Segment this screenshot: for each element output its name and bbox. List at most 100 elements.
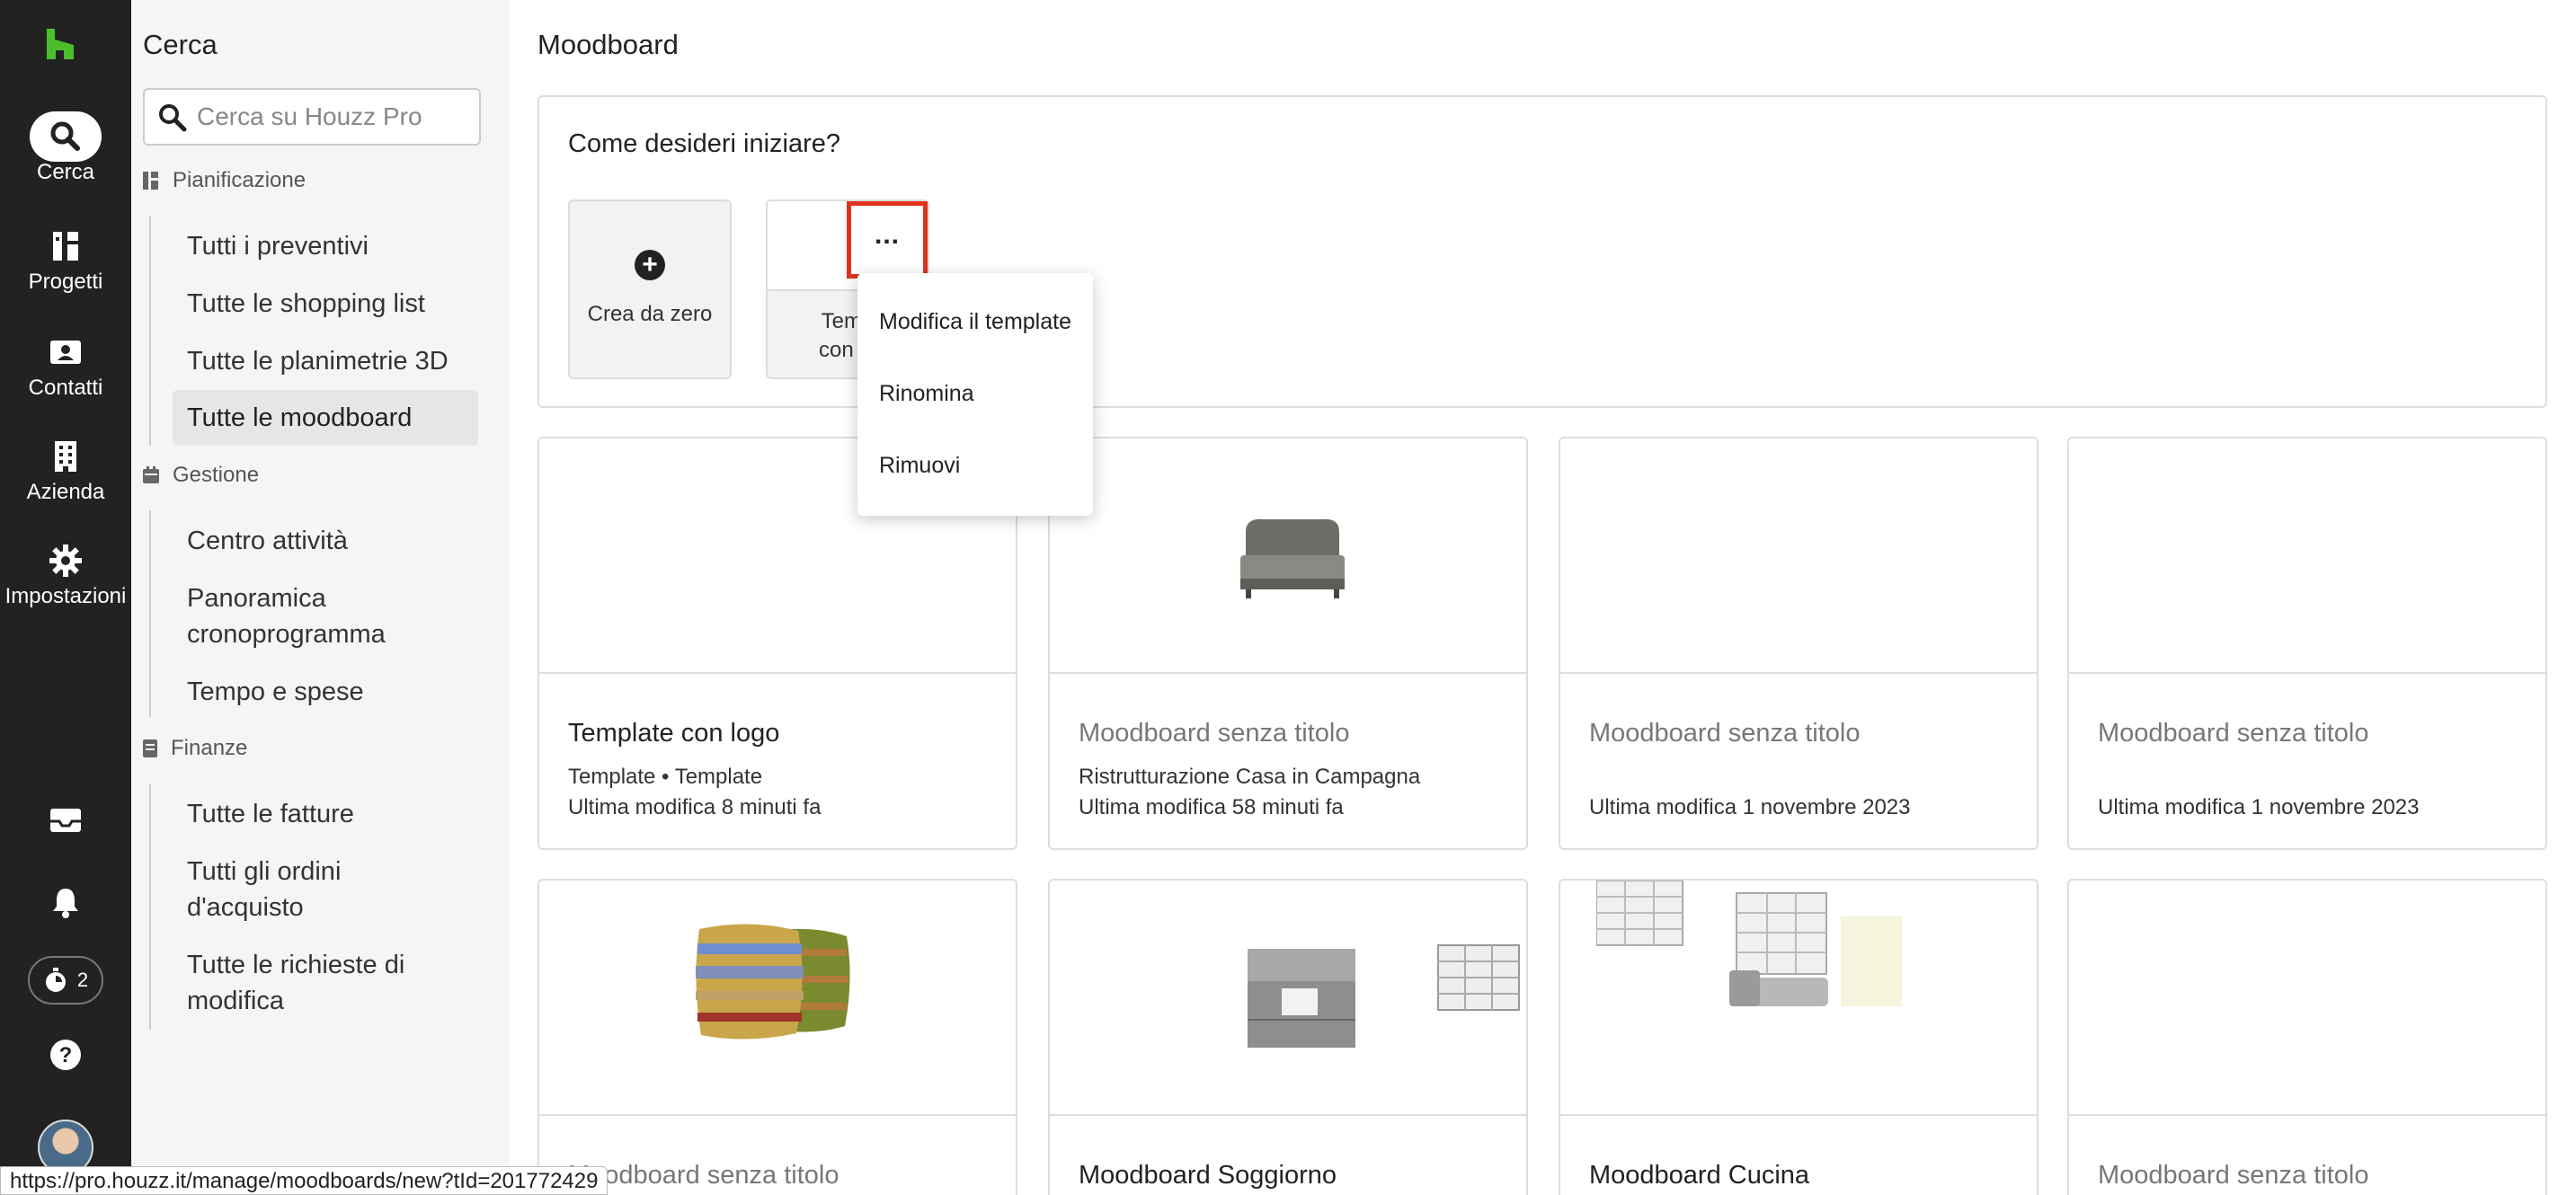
section-label: Pianificazione: [173, 168, 306, 192]
section-label: Finanze: [171, 736, 248, 760]
blueprint-icon: [143, 172, 158, 190]
timer-count: 2: [76, 969, 89, 991]
section-divider: [149, 510, 151, 717]
link-tutti-i-preventivi[interactable]: Tutti i preventivi: [173, 228, 478, 264]
bed-image: [1240, 518, 1345, 598]
card-image: [1050, 438, 1526, 674]
sidebar-title: Cerca: [143, 29, 218, 60]
help-button[interactable]: ?: [0, 1039, 131, 1071]
menu-item-modifica-template[interactable]: Modifica il template: [879, 309, 1071, 335]
moodboard-card[interactable]: Moodboard senza titolo Ultima modifica 1…: [2067, 437, 2547, 850]
section-gestione: Gestione: [142, 462, 259, 489]
living-room-image: [1596, 881, 1902, 1006]
card-title: Moodboard senza titolo: [1079, 719, 1350, 748]
building-icon: [46, 437, 85, 476]
section-divider: [149, 783, 151, 1030]
link-tutte-le-shopping-list[interactable]: Tutte le shopping list: [173, 286, 478, 322]
rail-item-impostazioni[interactable]: Impostazioni: [0, 537, 131, 627]
rail-label-azienda: Azienda: [26, 480, 105, 504]
svg-text:?: ?: [59, 1043, 73, 1067]
card-title: Moodboard senza titolo: [1589, 719, 1861, 748]
rail-item-azienda[interactable]: Azienda: [0, 433, 131, 523]
invoice-icon: [143, 739, 157, 757]
moodboard-card[interactable]: Moodboard senza titolo Ultima modifica 1…: [1559, 437, 2039, 850]
help-icon: ?: [50, 1040, 81, 1070]
inbox-button[interactable]: [0, 807, 131, 834]
moodboard-card[interactable]: Moodboard senza titolo Ristrutturazione …: [1048, 437, 1528, 850]
moodboard-card[interactable]: Moodboard Soggiorno: [1048, 879, 1528, 1195]
card-project: [2098, 762, 2420, 792]
card-image: [539, 881, 1016, 1116]
menu-item-rinomina[interactable]: Rinomina: [879, 381, 974, 407]
card-meta: Template • Template Ultima modifica 8 mi…: [568, 762, 821, 823]
card-title: Moodboard senza titolo: [568, 1161, 839, 1190]
link-tutte-le-moodboard[interactable]: Tutte le moodboard: [173, 390, 478, 446]
card-meta: Ultima modifica 1 novembre 2023: [1589, 762, 1911, 823]
rail-item-progetti[interactable]: Progetti: [0, 223, 131, 313]
card-project: [1589, 762, 1911, 792]
search-box: [143, 88, 481, 146]
kitchen-image: [1248, 944, 1520, 1048]
link-tempo-e-spese[interactable]: Tempo e spese: [173, 674, 478, 710]
rail-label-impostazioni: Impostazioni: [4, 584, 127, 608]
menu-item-rimuovi[interactable]: Rimuovi: [879, 453, 960, 479]
link-panoramica-cronoprogramma[interactable]: Panoramica cronoprogramma: [173, 580, 442, 652]
card-image: [1560, 438, 2037, 674]
card-title: Template con logo: [568, 719, 780, 748]
start-panel: Come desideri iniziare? + Crea da zero T…: [537, 95, 2547, 408]
section-finanze: Finanze: [142, 735, 247, 762]
card-meta: Ristrutturazione Casa in Campagna Ultima…: [1079, 762, 1420, 823]
gear-icon: [46, 541, 85, 580]
search-icon: [159, 104, 187, 132]
cushions-image: [696, 924, 850, 1040]
card-image: [1560, 881, 2037, 1116]
card-title: Moodboard Soggiorno: [1079, 1161, 1337, 1190]
template-more-options-button[interactable]: ...: [847, 201, 928, 279]
left-rail: Cerca Progetti Contatti Azienda Impostaz…: [0, 0, 131, 1195]
card-modified: Ultima modifica 1 novembre 2023: [2098, 795, 2420, 819]
sidebar: Cerca Pianificazione Tutti i preventivi …: [131, 0, 509, 1195]
moodboard-card[interactable]: Moodboard senza titolo: [2067, 879, 2547, 1195]
card-meta: Ultima modifica 1 novembre 2023: [2098, 762, 2420, 823]
inbox-icon: [50, 809, 81, 832]
card-modified: Ultima modifica 1 novembre 2023: [1589, 795, 1911, 819]
template-context-menu: Modifica il template Rinomina Rimuovi: [857, 273, 1093, 516]
main-content: Moodboard Come desideri iniziare? + Crea…: [509, 0, 2576, 1195]
card-title: Moodboard Cucina: [1589, 1161, 1810, 1190]
rail-label-contatti: Contatti: [28, 376, 103, 400]
projects-icon: [46, 226, 85, 266]
page-title: Moodboard: [537, 29, 679, 60]
moodboard-card[interactable]: Moodboard Cucina: [1559, 879, 2039, 1195]
create-from-scratch-label: Crea da zero: [587, 302, 713, 326]
link-tutte-le-fatture[interactable]: Tutte le fatture: [173, 796, 478, 832]
card-image: [1050, 881, 1526, 1116]
status-url: https://pro.houzz.it/manage/moodboards/n…: [0, 1166, 608, 1195]
link-tutti-gli-ordini-d-acquisto[interactable]: Tutti gli ordini d'acquisto: [173, 854, 406, 925]
card-title: Moodboard senza titolo: [2098, 1161, 2369, 1190]
calendar-icon: [143, 466, 159, 483]
more-options-label: ...: [874, 220, 900, 250]
notifications-button[interactable]: [0, 886, 131, 918]
section-divider: [149, 216, 151, 446]
link-tutte-le-richieste-di-modifica[interactable]: Tutte le richieste di modifica: [173, 947, 442, 1019]
card-title: Moodboard senza titolo: [2098, 719, 2369, 748]
link-tutte-le-planimetrie-3d[interactable]: Tutte le planimetrie 3D: [173, 343, 478, 379]
card-image: [2069, 438, 2545, 674]
rail-label-cerca: Cerca: [36, 160, 95, 184]
rail-label-progetti: Progetti: [28, 270, 103, 294]
create-from-scratch-tile[interactable]: + Crea da zero: [568, 199, 732, 379]
card-modified: Ultima modifica 8 minuti fa: [568, 795, 822, 819]
search-input[interactable]: [197, 90, 466, 144]
link-centro-attivita[interactable]: Centro attività: [173, 523, 478, 559]
stopwatch-icon: [45, 968, 66, 992]
card-project: Ristrutturazione Casa in Campagna: [1079, 765, 1421, 789]
houzz-logo[interactable]: [45, 27, 76, 61]
moodboard-card[interactable]: Moodboard senza titolo: [537, 879, 1017, 1195]
card-image: [2069, 881, 2545, 1116]
start-question: Come desideri iniziare?: [568, 129, 841, 158]
rail-item-cerca[interactable]: Cerca: [0, 111, 131, 203]
timer-button[interactable]: 2: [0, 956, 131, 1005]
rail-item-contatti[interactable]: Contatti: [0, 329, 131, 419]
bell-icon: [53, 889, 78, 918]
contacts-icon: [46, 332, 85, 372]
